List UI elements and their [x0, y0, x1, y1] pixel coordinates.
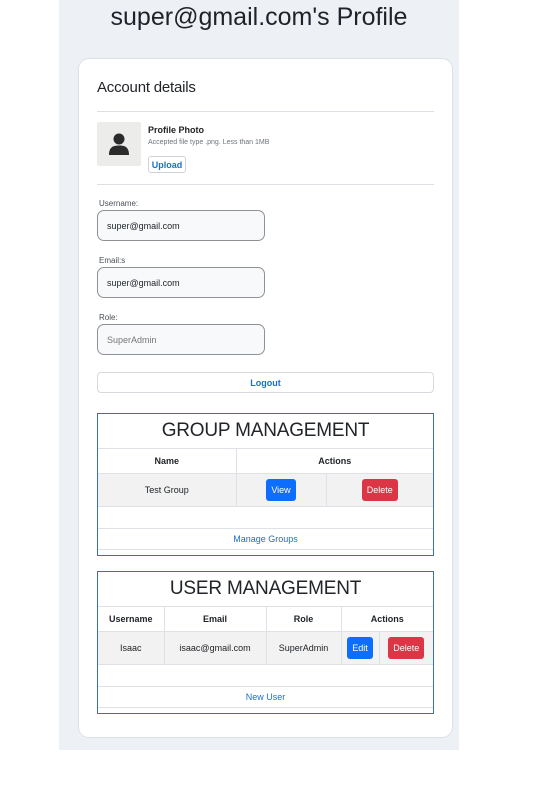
new-user-link[interactable]: New User: [98, 686, 433, 708]
groups-table: Name Actions Test Group View Delete: [98, 448, 433, 507]
upload-button[interactable]: Upload: [148, 156, 186, 173]
profile-photo-help: Accepted file type .png. Less than 1MB: [148, 139, 270, 146]
users-table: Username Email Role Actions Isaac isaac@…: [98, 606, 433, 665]
role-label: Role:: [99, 313, 118, 322]
avatar: [97, 122, 141, 166]
user-icon: [109, 133, 129, 155]
table-row: Test Group View Delete: [98, 473, 433, 507]
column-header-name: Name: [98, 448, 237, 474]
delete-user-button[interactable]: Delete: [388, 637, 425, 659]
email-label: Email:s: [99, 256, 126, 265]
username-input[interactable]: [97, 210, 265, 241]
logout-button[interactable]: Logout: [97, 372, 434, 393]
divider: [97, 184, 434, 185]
account-card: Account details Profile Photo Accepted f…: [78, 58, 453, 738]
profile-photo-label: Profile Photo: [148, 125, 204, 135]
delete-cell: Delete: [326, 473, 433, 507]
column-header-email: Email: [164, 606, 267, 632]
column-header-actions: Actions: [341, 606, 433, 632]
user-username-cell: Isaac: [98, 631, 165, 665]
user-management-panel: USER MANAGEMENT Username Email Role Acti…: [97, 571, 434, 714]
email-input[interactable]: [97, 267, 265, 298]
role-input[interactable]: [97, 324, 265, 355]
view-group-button[interactable]: View: [266, 479, 296, 501]
user-management-title: USER MANAGEMENT: [169, 578, 362, 599]
manage-groups-link[interactable]: Manage Groups: [98, 528, 433, 550]
column-header-actions: Actions: [236, 448, 433, 474]
user-email-cell: isaac@gmail.com: [164, 631, 267, 665]
account-details-title: Account details: [97, 79, 196, 96]
page-title: super@gmail.com's Profile: [110, 3, 408, 31]
group-management-title: GROUP MANAGEMENT: [161, 420, 370, 441]
view-cell: View: [236, 473, 327, 507]
group-name-cell: Test Group: [98, 473, 237, 507]
divider: [97, 111, 434, 112]
user-role-cell: SuperAdmin: [266, 631, 342, 665]
username-label: Username:: [99, 199, 139, 208]
table-row: Isaac isaac@gmail.com SuperAdmin Edit De…: [98, 631, 433, 665]
delete-group-button[interactable]: Delete: [361, 479, 398, 501]
edit-user-button[interactable]: Edit: [347, 637, 373, 659]
column-header-username: Username: [98, 606, 165, 632]
group-management-panel: GROUP MANAGEMENT Name Actions Test Group…: [97, 413, 434, 556]
edit-cell: Edit: [341, 631, 380, 665]
delete-cell: Delete: [379, 631, 433, 665]
column-header-role: Role: [266, 606, 342, 632]
